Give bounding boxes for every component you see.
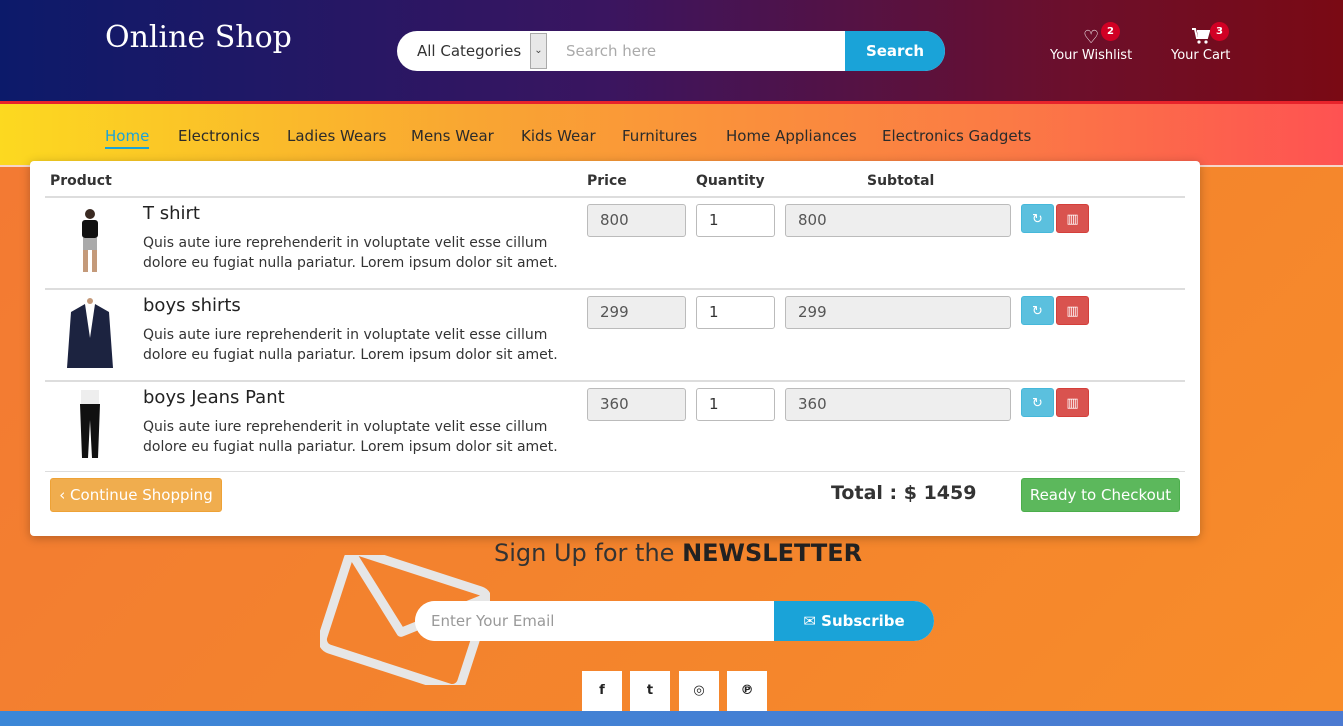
site-header: Online Shop All Categories ⌄ Search ♡ Yo… bbox=[0, 0, 1343, 101]
nav-item-ladies-wears[interactable]: Ladies Wears bbox=[287, 127, 386, 145]
newsletter-title-prefix: Sign Up for the bbox=[494, 539, 683, 567]
pinterest-icon[interactable]: ℗ bbox=[727, 671, 767, 711]
refresh-icon: ↻ bbox=[1032, 396, 1043, 411]
cart-total: Total : $ 1459 bbox=[831, 482, 977, 504]
column-header-quantity: Quantity bbox=[696, 173, 765, 189]
newsletter-email-input[interactable] bbox=[415, 601, 774, 641]
search-input[interactable] bbox=[550, 31, 845, 71]
nav-item-electronics[interactable]: Electronics bbox=[178, 127, 260, 145]
wishlist-link[interactable]: ♡ Your Wishlist 2 bbox=[1050, 22, 1133, 63]
cart-label: Your Cart bbox=[1171, 48, 1231, 63]
cart-link[interactable]: Your Cart 3 bbox=[1171, 22, 1231, 63]
product-name[interactable]: boys shirts bbox=[143, 295, 241, 316]
price-field: 360 bbox=[587, 388, 686, 421]
newsletter-title-bold: NEWSLETTER bbox=[682, 539, 863, 567]
cart-count-badge: 3 bbox=[1210, 22, 1229, 41]
column-header-subtotal: Subtotal bbox=[867, 173, 935, 189]
table-row: T shirt Quis aute iure reprehenderit in … bbox=[45, 196, 1185, 288]
price-field: 299 bbox=[587, 296, 686, 329]
checkout-button[interactable]: Ready to Checkout bbox=[1021, 478, 1180, 512]
product-image[interactable] bbox=[65, 206, 115, 278]
twitter-icon[interactable]: t bbox=[630, 671, 670, 711]
category-select[interactable]: All Categories bbox=[397, 31, 550, 71]
product-description: Quis aute iure reprehenderit in voluptat… bbox=[143, 327, 558, 363]
search-button[interactable]: Search bbox=[845, 31, 945, 71]
chevron-down-icon[interactable]: ⌄ bbox=[530, 33, 547, 69]
column-header-product: Product bbox=[50, 173, 112, 189]
trash-icon: ▥ bbox=[1066, 212, 1079, 227]
product-image[interactable] bbox=[65, 298, 115, 370]
delete-button[interactable]: ▥ bbox=[1056, 204, 1089, 233]
cart-footer: ‹ Continue Shopping Total : $ 1459 Ready… bbox=[45, 471, 1185, 512]
cart-table: Product Price Quantity Subtotal T shirt … bbox=[30, 161, 1200, 536]
table-row: boys shirts Quis aute iure reprehenderit… bbox=[45, 288, 1185, 380]
site-logo[interactable]: Online Shop bbox=[105, 20, 292, 55]
product-description: Quis aute iure reprehenderit in voluptat… bbox=[143, 419, 558, 455]
footer-strip bbox=[0, 711, 1343, 726]
nav-item-mens-wear[interactable]: Mens Wear bbox=[411, 127, 494, 145]
instagram-icon[interactable]: ◎ bbox=[679, 671, 719, 711]
refresh-button[interactable]: ↻ bbox=[1021, 204, 1054, 233]
table-row: boys Jeans Pant Quis aute iure reprehend… bbox=[45, 380, 1185, 472]
main-nav: Home Electronics Ladies Wears Mens Wear … bbox=[0, 101, 1343, 167]
delete-button[interactable]: ▥ bbox=[1056, 388, 1089, 417]
newsletter-title: Sign Up for the NEWSLETTER bbox=[494, 539, 862, 567]
wishlist-count-badge: 2 bbox=[1101, 22, 1120, 41]
product-name[interactable]: T shirt bbox=[143, 203, 200, 224]
product-description: Quis aute iure reprehenderit in voluptat… bbox=[143, 235, 558, 271]
subtotal-field: 800 bbox=[785, 204, 1011, 237]
nav-item-kids-wear[interactable]: Kids Wear bbox=[521, 127, 596, 145]
wishlist-label: Your Wishlist bbox=[1050, 48, 1133, 63]
subtotal-field: 299 bbox=[785, 296, 1011, 329]
nav-item-furnitures[interactable]: Furnitures bbox=[622, 127, 697, 145]
quantity-input[interactable]: 1 bbox=[696, 388, 775, 421]
refresh-button[interactable]: ↻ bbox=[1021, 388, 1054, 417]
nav-item-electronics-gadgets[interactable]: Electronics Gadgets bbox=[882, 127, 1031, 145]
trash-icon: ▥ bbox=[1066, 396, 1079, 411]
product-name[interactable]: boys Jeans Pant bbox=[143, 387, 285, 408]
quantity-input[interactable]: 1 bbox=[696, 204, 775, 237]
subscribe-button[interactable]: ✉ Subscribe bbox=[774, 601, 934, 641]
nav-item-home[interactable]: Home bbox=[105, 127, 150, 149]
continue-shopping-button[interactable]: ‹ Continue Shopping bbox=[50, 478, 222, 512]
nav-item-home-appliances[interactable]: Home Appliances bbox=[726, 127, 857, 145]
refresh-icon: ↻ bbox=[1032, 304, 1043, 319]
search-bar: All Categories ⌄ Search bbox=[397, 31, 945, 71]
column-header-price: Price bbox=[587, 173, 627, 189]
refresh-button[interactable]: ↻ bbox=[1021, 296, 1054, 325]
trash-icon: ▥ bbox=[1066, 304, 1079, 319]
newsletter-form: ✉ Subscribe bbox=[415, 601, 934, 641]
facebook-icon[interactable]: f bbox=[582, 671, 622, 711]
delete-button[interactable]: ▥ bbox=[1056, 296, 1089, 325]
refresh-icon: ↻ bbox=[1032, 212, 1043, 227]
product-image[interactable] bbox=[65, 390, 115, 462]
price-field: 800 bbox=[587, 204, 686, 237]
quantity-input[interactable]: 1 bbox=[696, 296, 775, 329]
subtotal-field: 360 bbox=[785, 388, 1011, 421]
